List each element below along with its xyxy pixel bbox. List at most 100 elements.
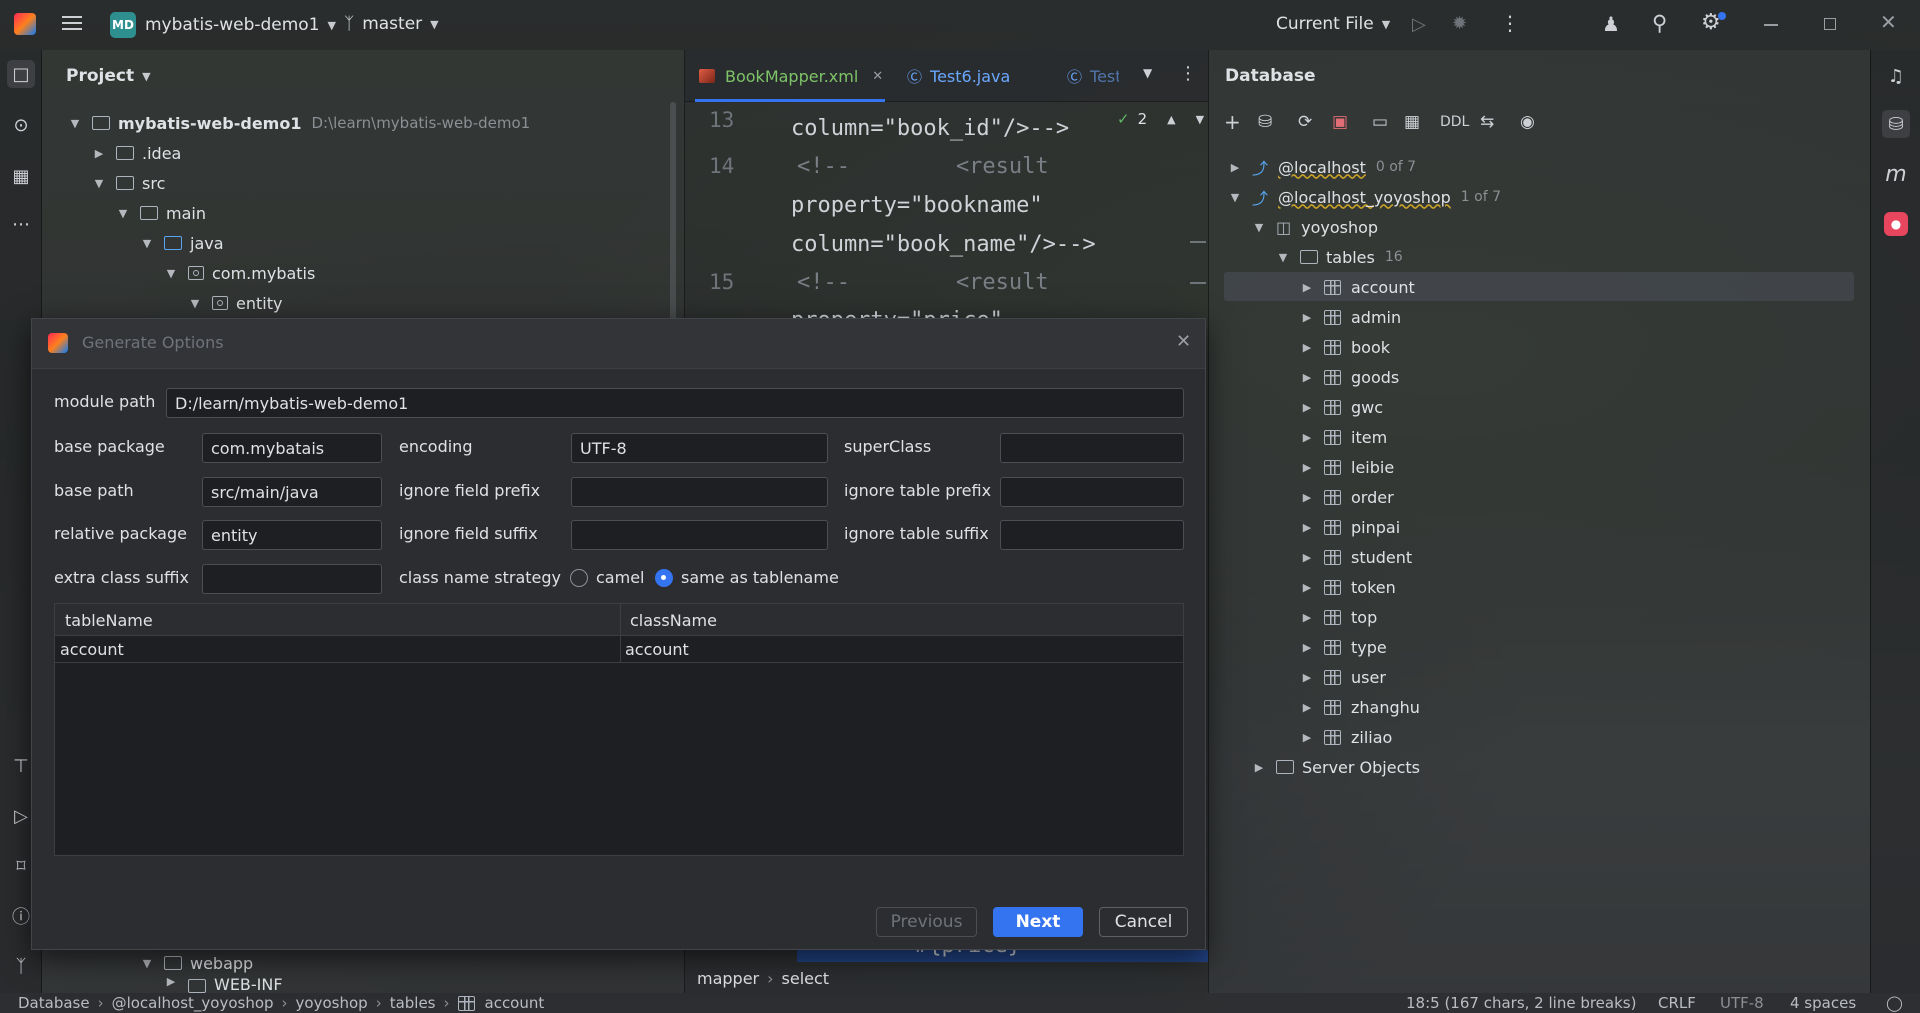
db-table-item[interactable]: ▶ pinpai [1300,513,1400,541]
strategy-same-label[interactable]: same as tablename [681,568,839,587]
db-table-item[interactable]: ▶ book [1300,333,1390,361]
strategy-same-radio[interactable] [655,569,673,587]
project-folder-icon[interactable]: □ [7,60,35,88]
code-line[interactable]: <!-- <result [797,270,1049,295]
plugin-icon[interactable]: ● [1884,212,1908,236]
breadcrumb-item[interactable]: select [782,969,830,988]
db-connection-localhost[interactable]: ▶ ⤴ @localhost 0 of 7 [1228,153,1416,181]
restore-icon[interactable] [1824,18,1836,30]
ignore-table-suffix-input[interactable] [1000,520,1184,550]
tab-list-chevron-icon[interactable]: ▼ [1143,66,1152,80]
db-table-item[interactable]: ▶ ziliao [1300,723,1393,751]
ignore-table-prefix-input[interactable] [1000,477,1184,507]
tree-item-web-inf[interactable]: ▶ WEB-INF [164,975,283,993]
view-options-eye-icon[interactable]: ◉ [1520,112,1535,132]
status-crumb[interactable]: tables [390,994,436,1012]
file-encoding[interactable]: UTF-8 [1720,994,1764,1012]
strategy-camel-label[interactable]: camel [596,568,644,587]
db-tables-folder[interactable]: ▼ tables 16 [1276,243,1403,271]
tree-item-src[interactable]: ▼ src [92,169,166,197]
encoding-input[interactable] [571,433,828,463]
minimize-icon[interactable] [1764,24,1778,26]
structure-icon[interactable]: ▦ [7,162,35,190]
compare-icon[interactable]: ⇆ [1480,112,1494,132]
db-table-item[interactable]: ▶ gwc [1300,393,1383,421]
tab-bookmapper-xml[interactable]: BookMapper.xml ✕ [699,62,883,90]
debug-icon[interactable]: ✹ [1452,13,1467,34]
table-view-icon[interactable]: ▦ [1404,112,1420,132]
base-package-input[interactable] [202,433,382,463]
project-panel-header[interactable]: Project ▼ [66,66,151,86]
ddl-button[interactable]: DDL [1440,114,1469,130]
status-crumb[interactable]: yoyoshop [296,994,368,1012]
next-button[interactable]: Next [993,907,1083,937]
db-table-item[interactable]: ▶ user [1300,663,1386,691]
lock-icon[interactable]: ◯ [1886,994,1903,1012]
data-source-properties-icon[interactable]: ⛁ [1258,112,1272,132]
db-schema-yoyoshop[interactable]: ▼ ◫ yoyoshop [1252,213,1378,241]
db-table-item[interactable]: ▶ zhanghu [1300,693,1420,721]
project-scrollbar[interactable] [670,102,676,322]
code-line[interactable]: column="book_name"/>--> [685,232,1096,257]
ignore-field-suffix-input[interactable] [571,520,828,550]
line-separator[interactable]: CRLF [1658,994,1696,1012]
code-line[interactable]: column="book_id"/>--> [685,116,1069,141]
db-table-item[interactable]: ▶ type [1300,633,1387,661]
run-config-selector[interactable]: Current File ▼ [1276,14,1390,34]
db-table-item[interactable]: ▶ student [1300,543,1412,571]
cell-tablename[interactable]: account [60,640,124,659]
inspection-widget[interactable]: ✓ 2 ▲ ▼ [1117,110,1204,128]
database-icon[interactable]: ⛁ [1882,110,1910,138]
run-icon[interactable]: ▷ [1412,14,1426,35]
base-path-input[interactable] [202,477,382,507]
commit-icon[interactable]: ⊙ [7,111,35,139]
db-table-item[interactable]: ▶ order [1300,483,1394,511]
indent-setting[interactable]: 4 spaces [1790,994,1856,1012]
status-crumb[interactable]: account [485,994,545,1012]
notifications-bell-icon[interactable]: ♫ [1882,62,1910,90]
grid-header-classname[interactable]: className [630,611,717,630]
tree-item-webapp[interactable]: ▼ webapp [140,949,253,977]
close-window-icon[interactable]: ✕ [1880,10,1897,34]
add-user-icon[interactable]: ♟ [1602,12,1620,36]
cancel-button[interactable]: Cancel [1099,907,1188,937]
maven-icon[interactable]: m [1882,160,1910,188]
code-line[interactable]: property="bookname" [685,193,1043,218]
code-line[interactable]: <!-- <result [797,154,1049,179]
close-tab-icon[interactable]: ✕ [872,69,883,84]
tree-item-idea[interactable]: ▶ .idea [92,139,182,167]
status-crumb[interactable]: Database [18,994,90,1012]
db-table-item[interactable]: ▶ admin [1300,303,1401,331]
search-icon[interactable]: ⚲ [1652,11,1667,35]
module-path-input[interactable] [166,388,1184,418]
more-actions-icon[interactable]: ⋮ [1500,11,1520,35]
grid-header-tablename[interactable]: tableName [65,611,153,630]
refresh-icon[interactable]: ⟳ [1298,112,1312,132]
tree-item-java[interactable]: ▼ java [140,229,224,257]
extra-class-suffix-input[interactable] [202,564,382,594]
add-icon[interactable]: + [1224,110,1241,134]
table-row[interactable]: account account [55,636,1183,663]
selected-code-line[interactable]: #{price} [797,950,1208,962]
db-table-item[interactable]: ▶ top [1300,603,1377,631]
superclass-input[interactable] [1000,433,1184,463]
db-table-item[interactable]: ▶ leibie [1300,453,1394,481]
jump-to-console-icon[interactable]: ▭ [1372,112,1388,132]
branch-switcher[interactable]: ᛉ master ▼ [344,14,439,34]
tree-item-project-root[interactable]: ▼ mybatis-web-demo1 D:\learn\mybatis-web… [68,109,530,137]
status-crumb[interactable]: @localhost_yoyoshop [112,994,274,1012]
caret-position[interactable]: 18:5 (167 chars, 2 line breaks) [1406,994,1636,1012]
db-server-objects[interactable]: ▶ Server Objects [1252,753,1420,781]
ignore-field-prefix-input[interactable] [571,477,828,507]
tree-item-package[interactable]: ▼ com.mybatis [164,259,316,287]
tab-test[interactable]: Ⓒ Test [1067,62,1119,90]
strategy-camel-radio[interactable] [570,569,588,587]
cell-classname[interactable]: account [625,640,689,659]
more-tools-icon[interactable]: ⋯ [7,210,35,238]
tab-more-icon[interactable]: ⋮ [1179,63,1197,84]
db-connection-yoyoshop[interactable]: ▼ ⤴ @localhost_yoyoshop 1 of 7 [1228,183,1501,211]
db-table-item[interactable]: ▶ token [1300,573,1396,601]
disconnect-icon[interactable]: ▣ [1332,112,1348,132]
db-table-item[interactable]: ▶ account [1300,273,1415,301]
main-menu-icon[interactable] [62,14,82,32]
